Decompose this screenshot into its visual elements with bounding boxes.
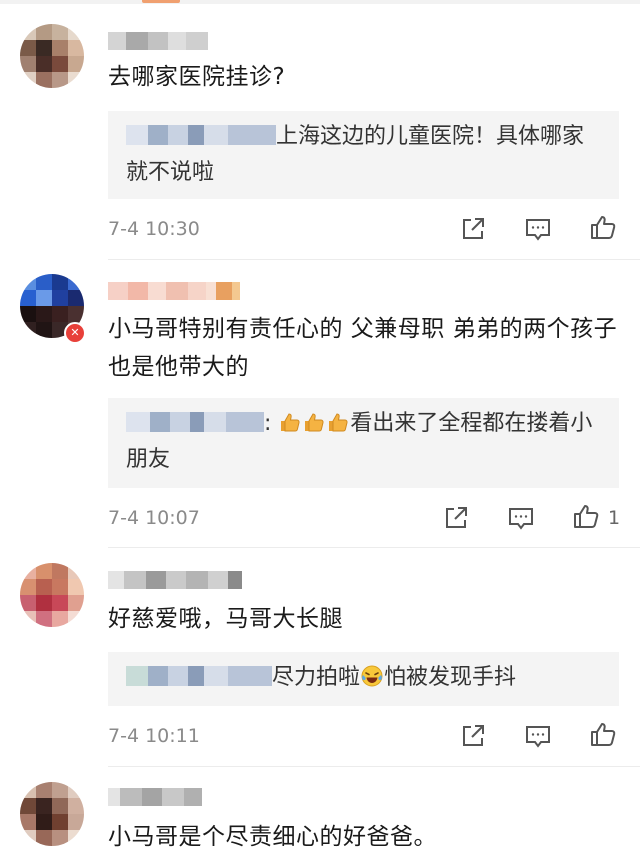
reply-username-blurred[interactable]: [126, 662, 272, 686]
thumbs-up-icon[interactable]: [589, 720, 617, 748]
top-divider: [0, 0, 640, 4]
avatar[interactable]: [20, 782, 84, 846]
reply-username-blurred[interactable]: [126, 408, 264, 432]
username-blurred[interactable]: [108, 569, 242, 591]
thumbs-up-icon[interactable]: [572, 502, 600, 530]
reply-username-blurred[interactable]: [126, 121, 276, 145]
share-icon[interactable]: [442, 504, 470, 532]
share-icon[interactable]: [459, 215, 487, 243]
comment-divider: [108, 259, 640, 260]
verified-badge-icon: ✕: [64, 322, 86, 344]
reply-text-2: 怕被发现手抖: [384, 665, 517, 690]
username-blurred[interactable]: [108, 280, 240, 302]
comment-icon[interactable]: [524, 722, 552, 750]
reply-prefix: :: [264, 411, 272, 436]
username-blurred[interactable]: [108, 786, 202, 808]
comment-icon[interactable]: [507, 504, 535, 532]
comment-divider: [108, 766, 640, 767]
comment-text: 去哪家医院挂诊?: [108, 64, 286, 90]
timestamp: 7-4 10:07: [108, 507, 200, 529]
timestamp: 7-4 10:30: [108, 218, 200, 240]
comment-text: 小马哥是个尽责细心的好爸爸。: [108, 824, 437, 850]
share-icon[interactable]: [459, 722, 487, 750]
comment-text: 好慈爱哦，马哥大长腿: [108, 606, 343, 632]
reply-text: 尽力拍啦: [272, 665, 361, 690]
top-indicator: [142, 0, 180, 3]
avatar[interactable]: [20, 24, 84, 88]
laughing-crying-emoji: [361, 665, 383, 687]
reply-box[interactable]: 上海这边的儿童医院！具体哪家就不说啦: [108, 111, 619, 199]
username-blurred[interactable]: [108, 30, 208, 52]
reply-box[interactable]: 尽力拍啦 怕被发现手抖: [108, 652, 619, 706]
thumbs-up-emoji: [281, 413, 300, 432]
thumbs-up-icon[interactable]: [589, 213, 617, 241]
comment-text: 小马哥特别有责任心的 父兼母职 弟弟的两个孩子也是他带大的: [108, 316, 618, 380]
avatar[interactable]: [20, 563, 84, 627]
thumbs-up-emoji: [329, 413, 348, 432]
timestamp: 7-4 10:11: [108, 725, 200, 747]
thumbs-up-emoji: [305, 413, 324, 432]
reply-box[interactable]: : 看出来了全程都在搂着小朋友: [108, 398, 619, 488]
comment-divider: [108, 547, 640, 548]
like-count: 1: [608, 507, 621, 529]
comment-icon[interactable]: [524, 215, 552, 243]
